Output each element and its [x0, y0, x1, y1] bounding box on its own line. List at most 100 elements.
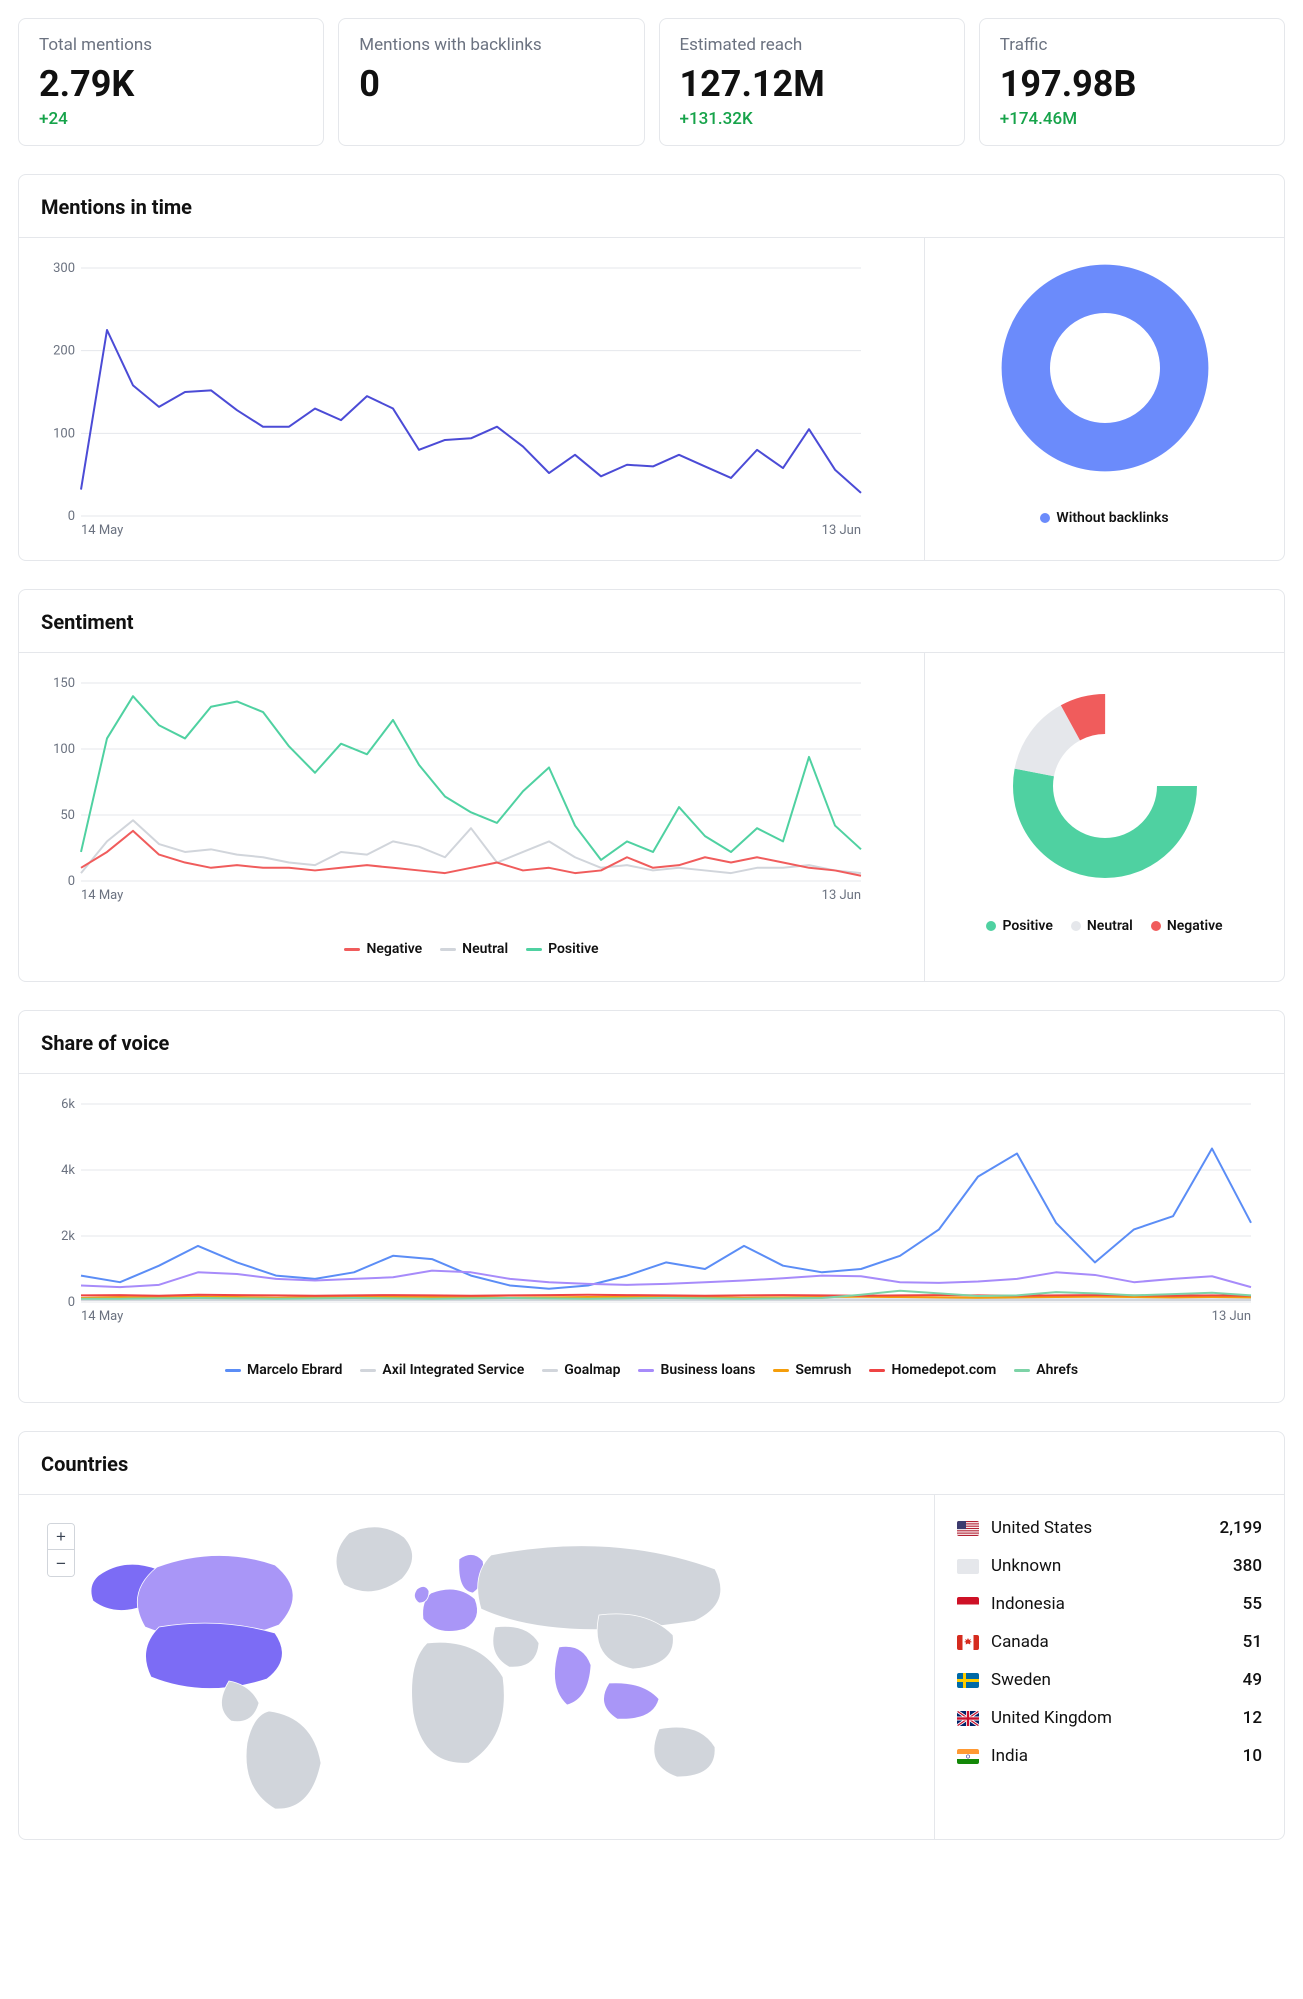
legend-line-icon: [869, 1369, 885, 1372]
kpi-total-mentions[interactable]: Total mentions 2.79K +24: [18, 18, 324, 146]
country-row[interactable]: India10: [957, 1737, 1262, 1775]
kpi-value: 127.12M: [680, 63, 944, 105]
legend-label: Semrush: [795, 1362, 851, 1378]
svg-text:14 May: 14 May: [81, 523, 123, 538]
mentions-donut[interactable]: [995, 258, 1215, 482]
legend-positive[interactable]: Positive: [986, 918, 1052, 934]
unknown-flag-icon: [957, 1559, 979, 1574]
zoom-in-button[interactable]: +: [48, 1524, 74, 1550]
country-name: United Kingdom: [991, 1708, 1243, 1728]
legend-neutral[interactable]: Neutral: [1071, 918, 1133, 934]
sov-legend: Marcelo Ebrard Axil Integrated Service Goa…: [41, 1354, 1262, 1392]
legend-label: Homedepot.com: [891, 1362, 996, 1378]
legend-label: Positive: [548, 941, 598, 957]
mentions-donut-area: Without backlinks: [924, 238, 1284, 560]
country-name: Indonesia: [991, 1594, 1243, 1614]
country-count: 55: [1243, 1594, 1262, 1614]
ca-flag-icon: [957, 1635, 979, 1650]
legend-positive[interactable]: Positive: [526, 941, 598, 957]
id-flag-icon: [957, 1597, 979, 1612]
sentiment-line-legend: Negative Neutral Positive: [41, 933, 902, 971]
legend-label: Neutral: [1087, 918, 1133, 934]
legend-label: Positive: [1002, 918, 1052, 934]
svg-text:14 May: 14 May: [81, 888, 123, 903]
legend-line-icon: [344, 948, 360, 951]
legend-homedepot-com[interactable]: Homedepot.com: [869, 1362, 996, 1378]
legend-line-icon: [526, 948, 542, 951]
panel-title: Countries: [19, 1432, 1284, 1495]
se-flag-icon: [957, 1673, 979, 1688]
mentions-chart-area[interactable]: 010020030014 May13 Jun: [19, 238, 924, 560]
kpi-label: Estimated reach: [680, 35, 944, 55]
kpi-label: Traffic: [1000, 35, 1264, 55]
svg-text:13 Jun: 13 Jun: [1212, 1309, 1251, 1324]
legend-label: Axil Integrated Service: [382, 1362, 524, 1378]
svg-text:100: 100: [53, 742, 75, 757]
sentiment-donut[interactable]: [1005, 686, 1205, 890]
kpi-row: Total mentions 2.79K +24 Mentions with b…: [18, 18, 1285, 146]
country-count: 49: [1243, 1670, 1262, 1690]
legend-business-loans[interactable]: Business loans: [638, 1362, 755, 1378]
country-count: 12: [1243, 1708, 1262, 1728]
svg-text:100: 100: [53, 426, 75, 441]
gb-flag-icon: [957, 1711, 979, 1726]
country-count: 2,199: [1220, 1518, 1262, 1538]
sentiment-chart-area[interactable]: 05010015014 May13 Jun Negative Neutral P…: [19, 653, 924, 981]
legend-without-backlinks[interactable]: Without backlinks: [1040, 510, 1168, 526]
legend-dot-icon: [1040, 513, 1050, 523]
svg-text:13 Jun: 13 Jun: [822, 888, 861, 903]
legend-label: Business loans: [660, 1362, 755, 1378]
sentiment-donut-area: Positive Neutral Negative: [924, 653, 1284, 981]
legend-negative[interactable]: Negative: [1151, 918, 1223, 934]
legend-axil-integrated-service[interactable]: Axil Integrated Service: [360, 1362, 524, 1378]
map-zoom-controls: + −: [47, 1523, 75, 1577]
kpi-traffic[interactable]: Traffic 197.98B +174.46M: [979, 18, 1285, 146]
legend-goalmap[interactable]: Goalmap: [542, 1362, 620, 1378]
zoom-out-button[interactable]: −: [48, 1550, 74, 1576]
legend-label: Without backlinks: [1056, 510, 1168, 526]
svg-text:14 May: 14 May: [81, 1309, 123, 1324]
svg-text:50: 50: [60, 808, 75, 823]
map-area[interactable]: + −: [19, 1495, 934, 1839]
legend-line-icon: [542, 1369, 558, 1372]
legend-line-icon: [773, 1369, 789, 1372]
legend-semrush[interactable]: Semrush: [773, 1362, 851, 1378]
legend-dot-icon: [986, 921, 996, 931]
country-row[interactable]: Sweden49: [957, 1661, 1262, 1699]
country-name: Unknown: [991, 1556, 1233, 1576]
sov-chart-area[interactable]: 02k4k6k14 May13 Jun Marcelo EbrardAxil I…: [19, 1074, 1284, 1402]
panel-share-of-voice: Share of voice 02k4k6k14 May13 Jun Marce…: [18, 1010, 1285, 1403]
legend-negative[interactable]: Negative: [344, 941, 422, 957]
kpi-value: 0: [359, 63, 623, 105]
kpi-mentions-backlinks[interactable]: Mentions with backlinks 0: [338, 18, 644, 146]
country-count: 10: [1243, 1746, 1262, 1766]
legend-ahrefs[interactable]: Ahrefs: [1014, 1362, 1078, 1378]
country-name: Sweden: [991, 1670, 1243, 1690]
kpi-estimated-reach[interactable]: Estimated reach 127.12M +131.32K: [659, 18, 965, 146]
legend-label: Ahrefs: [1036, 1362, 1078, 1378]
country-name: United States: [991, 1518, 1220, 1538]
world-map-icon[interactable]: [39, 1515, 839, 1815]
country-row[interactable]: Canada51: [957, 1623, 1262, 1661]
legend-marcelo-ebrard[interactable]: Marcelo Ebrard: [225, 1362, 342, 1378]
legend-line-icon: [225, 1369, 241, 1372]
svg-text:2k: 2k: [61, 1229, 75, 1244]
kpi-value: 197.98B: [1000, 63, 1264, 105]
mentions-donut-legend: Without backlinks: [1040, 502, 1168, 540]
svg-text:13 Jun: 13 Jun: [822, 523, 861, 538]
country-row[interactable]: United States2,199: [957, 1509, 1262, 1547]
country-name: Canada: [991, 1632, 1243, 1652]
in-flag-icon: [957, 1749, 979, 1764]
legend-dot-icon: [1071, 921, 1081, 931]
kpi-value: 2.79K: [39, 63, 303, 105]
legend-neutral[interactable]: Neutral: [440, 941, 508, 957]
legend-label: Negative: [366, 941, 422, 957]
country-row[interactable]: Indonesia55: [957, 1585, 1262, 1623]
svg-text:0: 0: [68, 1295, 75, 1310]
country-row[interactable]: Unknown380: [957, 1547, 1262, 1585]
panel-countries: Countries + − United States2,199Unknown3…: [18, 1431, 1285, 1840]
country-row[interactable]: United Kingdom12: [957, 1699, 1262, 1737]
svg-text:4k: 4k: [61, 1163, 75, 1178]
svg-text:0: 0: [68, 874, 75, 889]
legend-label: Negative: [1167, 918, 1223, 934]
